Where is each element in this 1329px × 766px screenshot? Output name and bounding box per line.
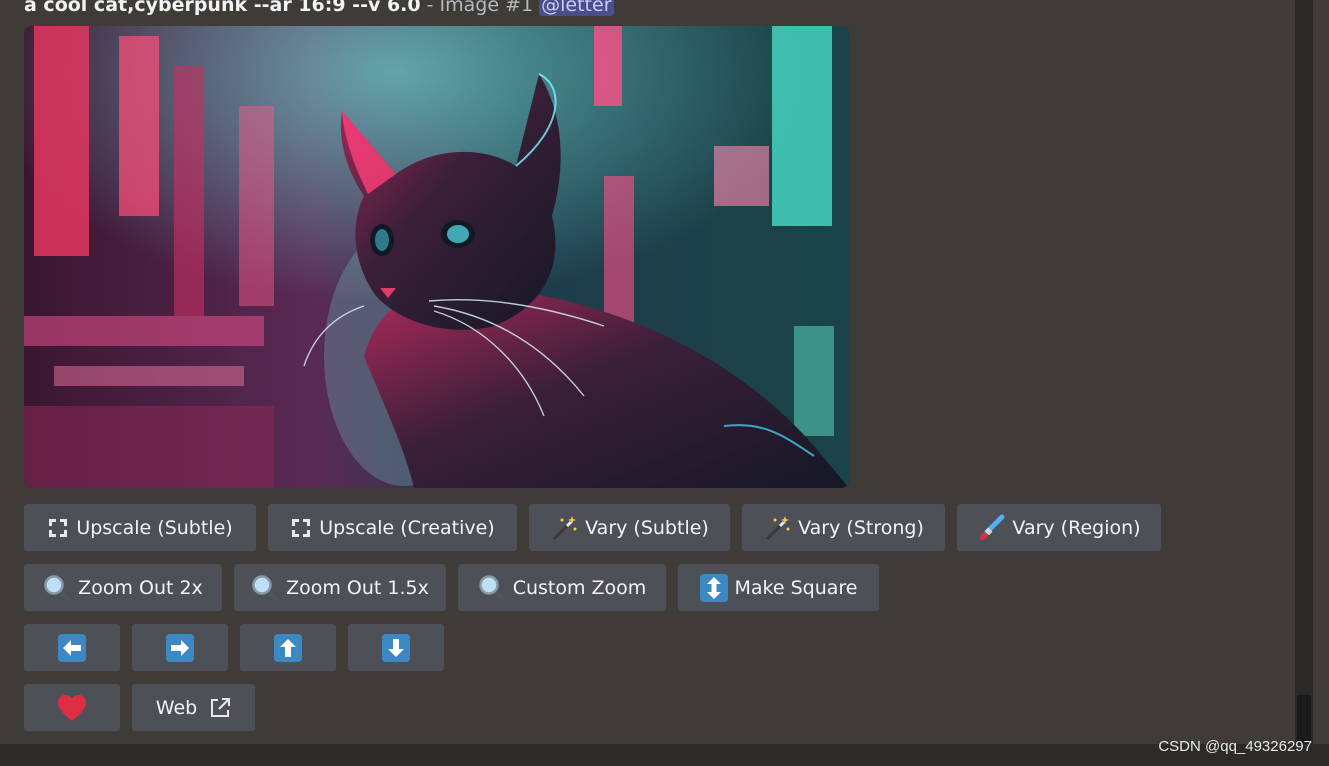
button-label: Make Square <box>734 576 858 599</box>
make-square-button[interactable]: Make Square <box>678 564 879 611</box>
button-label: Custom Zoom <box>512 576 647 599</box>
upscale-subtle-button[interactable]: Upscale (Subtle) <box>24 504 256 551</box>
web-link-button[interactable]: Web <box>132 684 255 731</box>
magnifier-icon <box>251 574 279 602</box>
user-mention[interactable]: @letter <box>539 0 614 16</box>
magic-wand-icon <box>763 514 791 542</box>
scrollbar-thumb[interactable] <box>1297 695 1311 744</box>
button-label: Upscale (Subtle) <box>76 516 233 539</box>
upscale-creative-button[interactable]: Upscale (Creative) <box>268 504 517 551</box>
scrollbar-track[interactable] <box>1295 0 1313 744</box>
cyberpunk-cat-image <box>24 26 849 488</box>
magnifier-icon <box>478 574 506 602</box>
vary-subtle-button[interactable]: Vary (Subtle) <box>529 504 730 551</box>
up-down-arrow-icon <box>699 573 728 602</box>
watermark-text: CSDN @qq_49326297 <box>1158 738 1312 755</box>
heart-icon <box>57 694 87 722</box>
favorite-button[interactable] <box>24 684 120 731</box>
external-link-icon <box>209 697 231 719</box>
window-edge <box>1313 0 1329 744</box>
message-caption: a cool cat,cyberpunk --ar 16:9 --v 6.0 -… <box>24 0 614 19</box>
pan-right-button[interactable] <box>132 624 228 671</box>
button-label: Vary (Subtle) <box>585 516 709 539</box>
button-label: Zoom Out 2x <box>78 576 203 599</box>
pan-up-button[interactable] <box>240 624 336 671</box>
image-index-text: - Image #1 <box>420 0 540 16</box>
zoom-out-2x-button[interactable]: Zoom Out 2x <box>24 564 222 611</box>
magic-wand-icon <box>550 514 578 542</box>
button-label: Vary (Region) <box>1012 516 1141 539</box>
pan-down-button[interactable] <box>348 624 444 671</box>
button-label: Zoom Out 1.5x <box>286 576 429 599</box>
arrow-up-icon <box>274 633 302 662</box>
vary-region-button[interactable]: Vary (Region) <box>957 504 1161 551</box>
prompt-text: a cool cat,cyberpunk --ar 16:9 --v 6.0 <box>24 0 421 16</box>
button-label: Upscale (Creative) <box>319 516 495 539</box>
generated-image[interactable] <box>24 26 849 488</box>
zoom-out-1-5x-button[interactable]: Zoom Out 1.5x <box>234 564 446 611</box>
arrow-right-icon <box>166 633 194 662</box>
pan-left-button[interactable] <box>24 624 120 671</box>
expand-icon <box>47 517 69 539</box>
bottom-bar <box>0 744 1329 766</box>
expand-icon <box>290 517 312 539</box>
paintbrush-icon <box>977 514 1005 542</box>
magnifier-icon <box>43 574 71 602</box>
custom-zoom-button[interactable]: Custom Zoom <box>458 564 666 611</box>
arrow-down-icon <box>382 633 410 662</box>
button-label: Vary (Strong) <box>798 516 924 539</box>
arrow-left-icon <box>58 633 86 662</box>
vary-strong-button[interactable]: Vary (Strong) <box>742 504 945 551</box>
button-label: Web <box>155 696 198 719</box>
